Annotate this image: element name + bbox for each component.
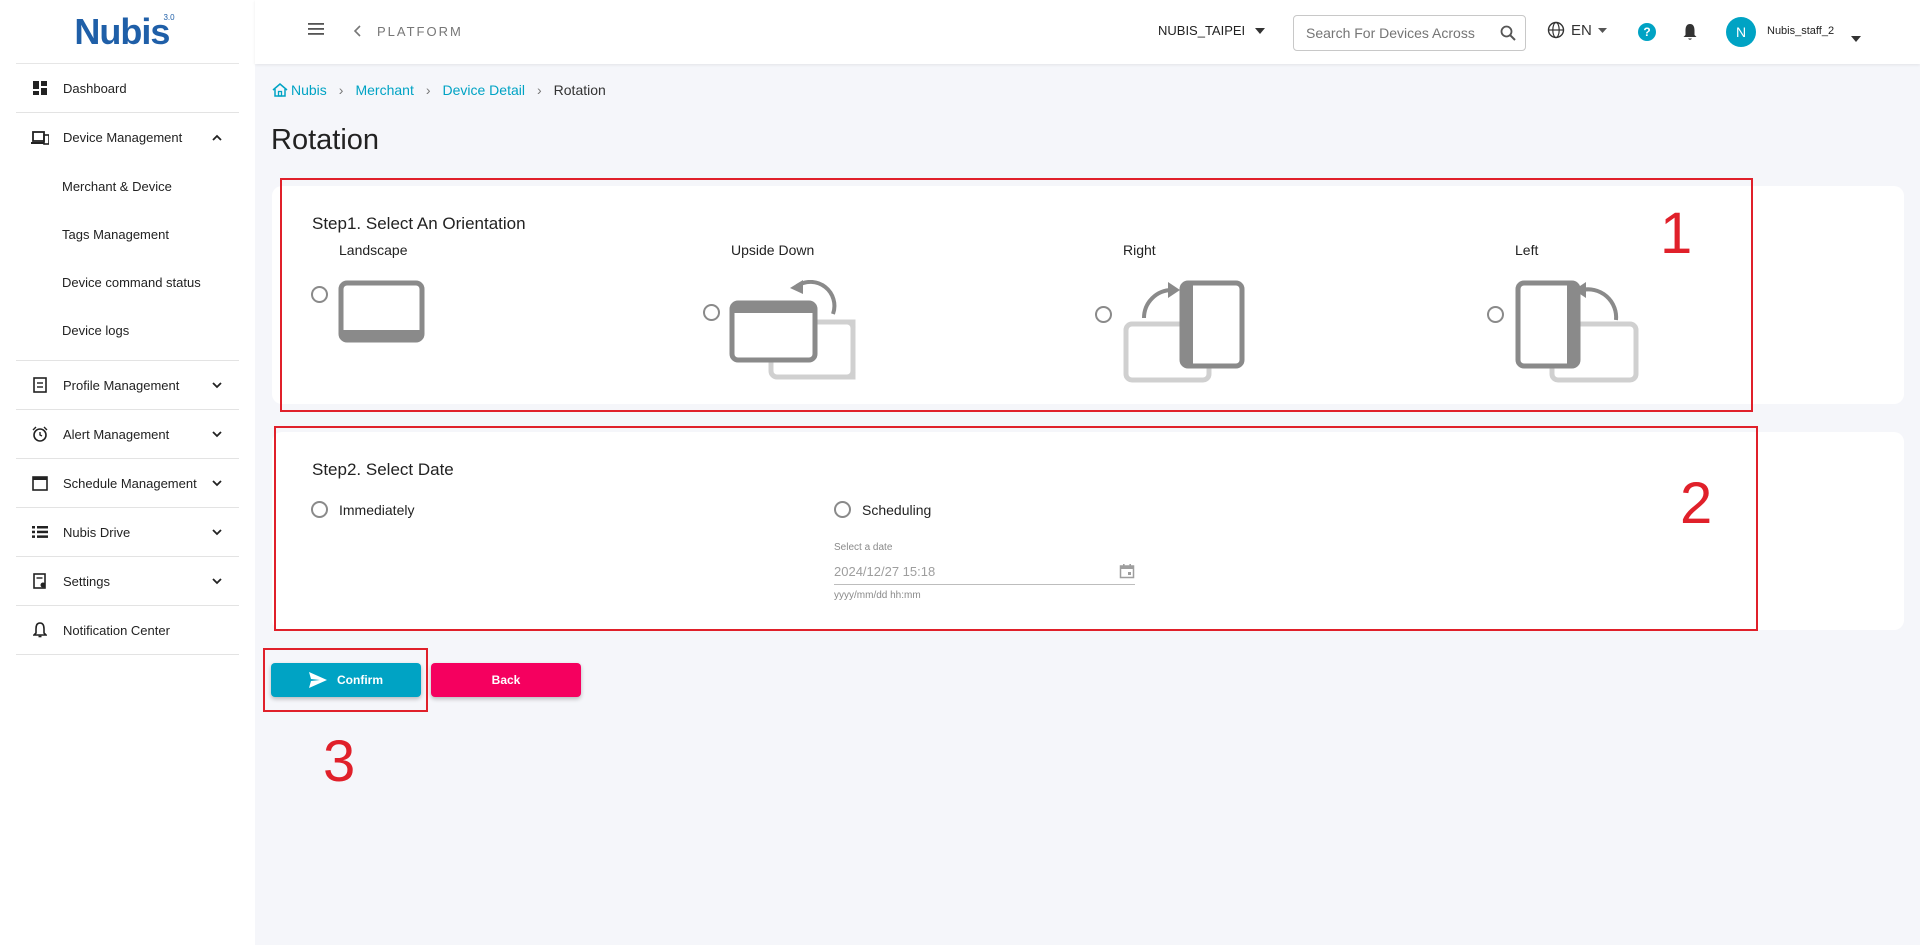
avatar[interactable]: N [1726, 17, 1756, 47]
search-icon[interactable] [1491, 25, 1525, 41]
settings-icon [31, 572, 49, 590]
breadcrumb-device-detail[interactable]: Device Detail [443, 82, 525, 98]
breadcrumb-separator: › [338, 82, 344, 98]
annotation-number-3: 3 [323, 729, 356, 794]
sidebar-item-alert-management[interactable]: Alert Management [16, 410, 239, 459]
caret-down-icon [1255, 27, 1266, 34]
sidebar-nav: Dashboard Device Management Merchant & D… [16, 64, 239, 655]
chevron-up-icon [211, 132, 223, 144]
language-selector[interactable]: EN [1547, 21, 1607, 39]
breadcrumb-home[interactable]: Nubis [272, 82, 327, 98]
chevron-down-icon [211, 477, 223, 489]
sidebar-subitem-merchant-device[interactable]: Merchant & Device [16, 162, 239, 210]
annotation-box-2 [274, 426, 1758, 631]
calendar-icon [31, 474, 49, 492]
back-label: Back [491, 673, 521, 687]
chevron-left-icon[interactable] [353, 24, 363, 43]
device-search [1293, 15, 1526, 51]
globe-icon [1547, 21, 1565, 39]
sidebar-item-profile-management[interactable]: Profile Management [16, 361, 239, 410]
alarm-icon [31, 425, 49, 443]
logo-text: Nubis [74, 10, 170, 52]
sidebar-item-label: Schedule Management [63, 475, 197, 491]
logo[interactable]: Nubis 3.0 [16, 0, 239, 64]
sidebar-item-settings[interactable]: Settings [16, 557, 239, 606]
sidebar-item-notification-center[interactable]: Notification Center [16, 606, 239, 655]
back-button[interactable]: Back [431, 663, 581, 697]
sidebar-item-schedule-management[interactable]: Schedule Management [16, 459, 239, 508]
logo-version: 3.0 [163, 13, 175, 22]
caret-down-icon [1597, 27, 1607, 33]
page-title: Rotation [271, 124, 380, 156]
sidebar-item-dashboard[interactable]: Dashboard [16, 64, 239, 113]
chevron-down-icon [211, 428, 223, 440]
sidebar-item-label: Profile Management [63, 377, 180, 393]
sidebar-subitem-tags-management[interactable]: Tags Management [16, 210, 239, 258]
annotation-number-1: 1 [1660, 201, 1693, 266]
sidebar-subitem-device-logs[interactable]: Device logs [16, 306, 239, 354]
dashboard-icon [31, 79, 49, 97]
sidebar-item-label: Alert Management [63, 426, 170, 442]
breadcrumb-current: Rotation [553, 82, 606, 98]
sidebar-item-label: Dashboard [63, 80, 127, 96]
search-input[interactable] [1294, 16, 1491, 50]
help-icon[interactable]: ? [1638, 23, 1656, 41]
sidebar-item-label: Device Management [63, 130, 183, 145]
caret-down-icon[interactable] [1851, 29, 1861, 47]
breadcrumb-separator: › [425, 82, 431, 98]
annotation-box-1 [280, 178, 1753, 412]
sidebar-item-label: Notification Center [63, 622, 170, 638]
annotation-box-3 [263, 648, 428, 712]
devices-icon [31, 129, 49, 147]
menu-icon[interactable] [307, 22, 327, 42]
chevron-down-icon [211, 379, 223, 391]
sidebar-item-device-management[interactable]: Device Management [16, 113, 239, 162]
sidebar-item-label: Settings [63, 573, 110, 589]
annotation-number-2: 2 [1680, 471, 1713, 536]
chevron-down-icon [211, 575, 223, 587]
bell-icon [31, 621, 49, 639]
merchant-selector[interactable]: NUBIS_TAIPEI [1158, 23, 1266, 38]
breadcrumb-home-label: Nubis [291, 82, 327, 98]
merchant-name: NUBIS_TAIPEI [1158, 23, 1246, 38]
platform-label: PLATFORM [377, 24, 463, 39]
notification-bell-icon[interactable] [1682, 23, 1698, 46]
device-management-submenu: Merchant & Device Tags Management Device… [16, 162, 239, 361]
home-icon [272, 83, 288, 97]
sidebar-item-nubis-drive[interactable]: Nubis Drive [16, 508, 239, 557]
sidebar: Nubis 3.0 Dashboard Device Management Me… [0, 0, 255, 945]
username[interactable]: Nubis_staff_2 [1767, 25, 1834, 37]
breadcrumb-merchant[interactable]: Merchant [355, 82, 413, 98]
list-icon [31, 523, 49, 541]
sidebar-subitem-device-command-status[interactable]: Device command status [16, 258, 239, 306]
breadcrumb: Nubis › Merchant › Device Detail › Rotat… [272, 82, 606, 98]
breadcrumb-separator: › [536, 82, 542, 98]
sidebar-item-label: Nubis Drive [63, 524, 131, 540]
topbar: PLATFORM NUBIS_TAIPEI EN ? N Nubis_staff… [255, 0, 1920, 64]
profile-icon [31, 376, 49, 394]
chevron-down-icon [211, 526, 223, 538]
language-label: EN [1571, 21, 1592, 39]
